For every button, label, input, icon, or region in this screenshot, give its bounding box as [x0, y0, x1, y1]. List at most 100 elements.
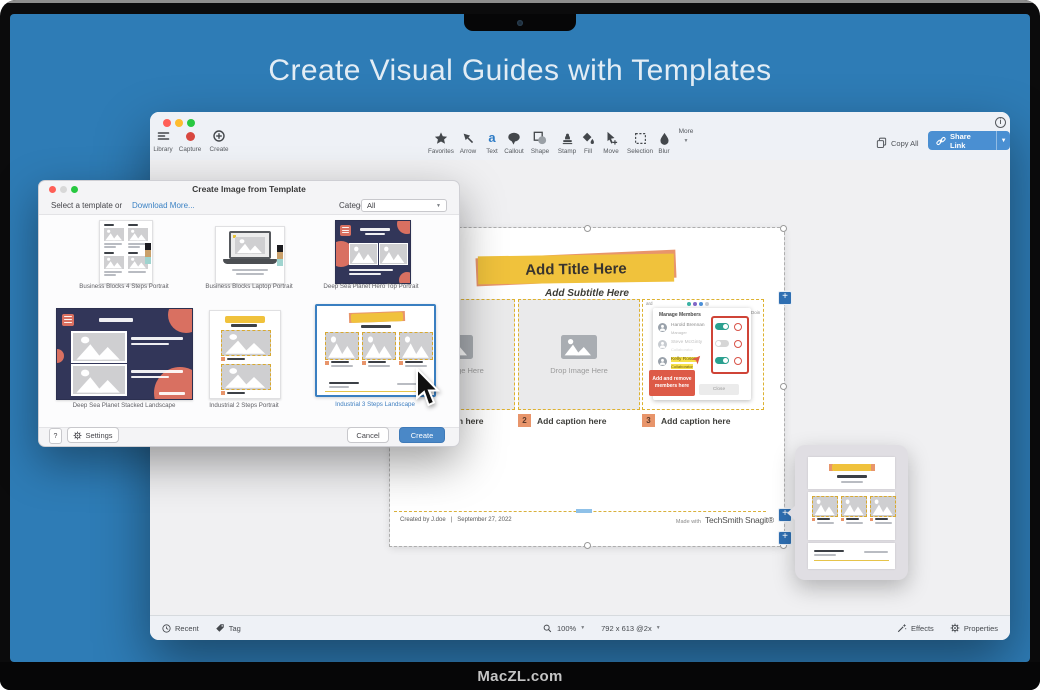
star-icon — [434, 131, 448, 145]
create-button[interactable]: Create — [204, 129, 234, 153]
add-section-button[interactable]: + — [778, 531, 792, 545]
gear-icon — [73, 431, 82, 440]
member-row: Steve McGinty Collaborator — [658, 339, 713, 354]
create-icon — [213, 129, 225, 143]
minimize-dialog-button[interactable] — [60, 186, 67, 193]
minimize-window-button[interactable] — [175, 119, 183, 127]
title-banner[interactable]: Add Title Here — [478, 254, 674, 285]
template-thumb-industrial-2steps[interactable] — [209, 310, 281, 399]
text-tool-icon: a — [488, 131, 495, 145]
canvas-size-select[interactable]: 792 x 613 @2x▼ — [601, 624, 661, 633]
create-confirm-button[interactable]: Create — [399, 427, 445, 443]
bezel-top-edge — [0, 0, 1040, 3]
magnifier-icon — [543, 624, 552, 633]
copy-icon — [876, 137, 887, 149]
watermark-text: MacZL.com — [477, 668, 562, 685]
resize-handle-bottom[interactable] — [584, 542, 591, 549]
template-thumb-business-laptop[interactable] — [215, 226, 285, 284]
avatar-icon — [658, 340, 667, 349]
template-thumb-deepsea-stacked[interactable] — [56, 308, 193, 400]
callout-icon — [507, 131, 521, 145]
move-cursor-icon — [604, 131, 618, 145]
chevron-down-icon: ▼ — [580, 625, 585, 631]
help-button[interactable]: ? — [49, 428, 62, 444]
settings-button[interactable]: Settings — [67, 427, 119, 443]
hero-title: Create Visual Guides with Templates — [0, 54, 1040, 88]
wand-icon — [897, 623, 907, 633]
tag-button[interactable]: Tag — [215, 623, 241, 633]
template-thumb-deepsea-hero[interactable] — [335, 220, 411, 284]
library-button[interactable]: Library — [148, 129, 178, 153]
close-dialog-button[interactable] — [49, 186, 56, 193]
resize-handle-top-right[interactable] — [780, 225, 787, 232]
share-link-dropdown-button[interactable]: ▼ — [996, 131, 1010, 150]
create-template-dialog: Create Image from Template Select a temp… — [38, 180, 460, 447]
shape-icon — [533, 131, 547, 145]
dialog-footer: ? Settings Cancel Create — [39, 424, 459, 446]
info-button[interactable]: i — [995, 117, 1006, 128]
date-text: September 27, 2022 — [457, 517, 511, 523]
editor-statusbar: Recent Tag 100%▼ 792 x 613 @2x▼ Effects — [150, 615, 1010, 640]
laptop-frame: Create Visual Guides with Templates Libr… — [0, 0, 1040, 690]
template-preview-popover — [795, 445, 908, 580]
close-button-mock: Close — [699, 384, 739, 395]
add-section-button[interactable]: + — [778, 291, 792, 305]
properties-button[interactable]: Properties — [950, 623, 998, 633]
webcam-icon — [517, 20, 523, 26]
tool-more[interactable]: More ▼ — [669, 128, 703, 144]
category-select[interactable]: All ▼ — [361, 199, 447, 212]
zoom-select[interactable]: 100%▼ — [557, 624, 585, 633]
chevron-down-icon: ▼ — [684, 138, 689, 144]
capture-button[interactable]: Capture — [175, 129, 205, 153]
caption-3[interactable]: 3 Add caption here — [642, 414, 730, 427]
template-grid: Business Blocks 4 Steps Portrait Busines… — [39, 214, 459, 428]
template-thumb-business-4steps[interactable] — [99, 220, 153, 284]
close-window-button[interactable] — [163, 119, 171, 127]
clock-icon — [162, 624, 171, 633]
prompt-text: Select a template or — [51, 201, 122, 210]
download-more-link[interactable]: Download More... — [132, 201, 195, 210]
preview-footer-section — [808, 543, 895, 569]
snagit-logo: TechSmith Snagit® — [705, 515, 774, 525]
fill-icon — [581, 131, 595, 145]
selection-icon — [634, 131, 647, 145]
copy-all-button[interactable]: Copy All — [876, 137, 919, 149]
chevron-down-icon: ▼ — [1001, 138, 1007, 144]
preview-title-section — [808, 457, 895, 489]
mouse-cursor-icon — [414, 368, 444, 408]
resize-handle-right[interactable] — [780, 383, 787, 390]
editor-toolbar: Library Capture Create Favorites Arrow — [150, 112, 1010, 161]
resize-handle-top[interactable] — [584, 225, 591, 232]
created-by-text: Created by J.doe — [400, 517, 446, 523]
capture-icon — [186, 129, 195, 143]
avatar-icon — [658, 357, 667, 366]
dialog-subheader: Select a template or Download More... Ca… — [39, 198, 459, 214]
link-icon — [936, 136, 946, 146]
tag-icon — [215, 623, 225, 633]
zoom-window-button[interactable] — [187, 119, 195, 127]
gear-icon — [950, 623, 960, 633]
avatar-icon — [658, 323, 667, 332]
share-link-button-group: Share Link ▼ — [928, 131, 1010, 150]
dialog-titlebar: Create Image from Template — [39, 181, 459, 198]
effects-button[interactable]: Effects — [897, 623, 934, 633]
dialog-title: Create Image from Template — [39, 181, 459, 198]
red-annotation-box — [711, 316, 749, 374]
chevron-down-icon: ▼ — [656, 625, 661, 631]
share-link-button[interactable]: Share Link — [928, 131, 996, 150]
chevron-down-icon: ▼ — [436, 203, 441, 209]
library-icon — [157, 129, 170, 143]
blur-droplet-icon — [659, 131, 670, 145]
member-row: Harold Brennan Manager — [658, 322, 713, 337]
laptop-bottom-bezel: MacZL.com — [0, 662, 1040, 690]
screenshot-panel[interactable]: ard Doin Manage Members Harold Brennan M… — [642, 299, 764, 410]
preview-steps-section — [808, 492, 895, 540]
arrow-icon — [462, 131, 475, 145]
red-callout: Add and remove members here — [649, 370, 695, 396]
footer-selection-tick — [576, 509, 592, 513]
recent-button[interactable]: Recent — [162, 624, 199, 633]
cancel-button[interactable]: Cancel — [347, 427, 389, 443]
caption-2[interactable]: 2 Add caption here — [518, 414, 606, 427]
drop-zone-2[interactable]: Drop Image Here — [518, 299, 640, 410]
zoom-dialog-button[interactable] — [71, 186, 78, 193]
